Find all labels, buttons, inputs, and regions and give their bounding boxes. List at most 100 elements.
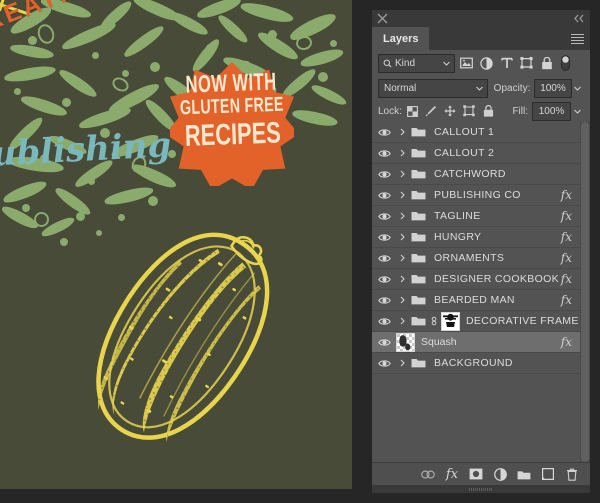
lock-all-padlock-icon[interactable] (480, 103, 497, 119)
group-disclosure-chevron-icon[interactable] (396, 248, 408, 268)
filter-toggle-switch[interactable] (560, 55, 570, 72)
group-disclosure-chevron-icon[interactable] (396, 206, 408, 226)
new-group-icon[interactable] (512, 463, 536, 485)
group-disclosure-chevron-icon[interactable] (396, 311, 408, 331)
layer-visibility-eye-icon[interactable] (372, 332, 396, 352)
tab-layers[interactable]: Layers (372, 27, 430, 50)
lock-transparent-pixels-icon[interactable] (404, 103, 421, 119)
layer-row[interactable]: CALLOUT 1 (372, 122, 590, 143)
artboard[interactable]: CREATIVE PEOPLE Publishing Co. NOW WITH … (0, 0, 352, 489)
layer-visibility-eye-icon[interactable] (372, 227, 396, 247)
lock-artboard-nesting-icon[interactable] (461, 103, 478, 119)
layer-visibility-eye-icon[interactable] (372, 143, 396, 163)
delete-layer-trash-icon[interactable] (560, 463, 584, 485)
layer-effects-fx-icon[interactable]: fx (561, 293, 572, 307)
badge-line-3: RECIPES (184, 114, 282, 152)
chain-link-glyph (431, 316, 437, 326)
layer-row[interactable]: CALLOUT 2 (372, 143, 590, 164)
folder-glyph (411, 296, 425, 305)
layer-row[interactable]: ORNAMENTS fx (372, 248, 590, 269)
chevron-right-icon (400, 275, 405, 283)
smart-object-filter-icon[interactable] (538, 55, 555, 72)
layer-visibility-eye-icon[interactable] (372, 248, 396, 268)
folder-icon (408, 185, 428, 205)
layer-row[interactable]: PUBLISHING CO fx (372, 185, 590, 206)
folder-glyph (411, 254, 425, 263)
ornament-dot (88, 178, 95, 185)
group-disclosure-chevron-icon[interactable] (396, 143, 408, 163)
group-disclosure-chevron-icon[interactable] (396, 185, 408, 205)
layer-mask-link-icon[interactable] (428, 311, 440, 331)
group-disclosure-chevron-icon[interactable] (396, 122, 408, 142)
layer-effects-fx-icon[interactable]: fx (561, 188, 572, 202)
layer-filter-row: Kind (372, 50, 590, 76)
panel-titlebar (372, 10, 590, 27)
layer-row[interactable]: TAGLINE fx (372, 206, 590, 227)
close-icon[interactable] (377, 13, 388, 24)
opacity-input[interactable]: 100% (534, 78, 572, 98)
ornament-pod (309, 81, 349, 109)
folder-glyph (411, 149, 425, 158)
layer-row[interactable]: BEARDED MAN fx (372, 290, 590, 311)
lock-image-pixels-brush-icon[interactable] (423, 103, 440, 119)
add-layer-style-fx-icon[interactable]: fx (440, 463, 464, 485)
group-disclosure-chevron-icon[interactable] (396, 164, 408, 184)
layer-name: HUNGRY (434, 231, 482, 243)
layer-row[interactable]: Squash fx (372, 332, 590, 353)
layer-effects-fx-icon[interactable]: fx (561, 251, 572, 265)
folder-icon (408, 143, 428, 163)
chevron-right-icon (400, 149, 405, 157)
layer-row[interactable]: DECORATIVE FRAME (372, 311, 590, 332)
layer-row[interactable]: HUNGRY fx (372, 227, 590, 248)
shape-layer-filter-icon[interactable] (518, 55, 535, 72)
layer-visibility-eye-icon[interactable] (372, 353, 396, 373)
group-disclosure-chevron-icon[interactable] (396, 353, 408, 373)
new-adjustment-layer-icon[interactable] (488, 463, 512, 485)
layer-thumbnail[interactable] (396, 332, 415, 352)
add-layer-mask-icon[interactable] (464, 463, 488, 485)
layer-effects-fx-icon[interactable]: fx (561, 209, 572, 223)
layer-visibility-eye-icon[interactable] (372, 122, 396, 142)
layer-effects-fx-icon[interactable]: fx (561, 335, 572, 349)
layer-visibility-eye-icon[interactable] (372, 164, 396, 184)
canvas-area[interactable]: CREATIVE PEOPLE Publishing Co. NOW WITH … (0, 0, 370, 503)
pixel-layer-filter-icon[interactable] (458, 55, 475, 72)
scrollbar-thumb[interactable] (581, 122, 589, 462)
folder-glyph (411, 275, 425, 284)
layer-list[interactable]: CALLOUT 1 CALLOUT 2 CATCHWORD PUBLISHING CO… (372, 122, 590, 462)
fill-input[interactable]: 100% (532, 101, 571, 121)
layer-row[interactable]: DESIGNER COOKBOOK fx (372, 269, 590, 290)
collapse-double-chevron-icon[interactable] (573, 13, 585, 24)
layer-visibility-eye-icon[interactable] (372, 269, 396, 289)
folder-glyph (411, 212, 425, 221)
blend-mode-select[interactable]: Normal (378, 78, 488, 98)
layer-visibility-eye-icon[interactable] (372, 185, 396, 205)
layer-row[interactable]: BACKGROUND (372, 353, 590, 374)
layer-visibility-eye-icon[interactable] (372, 206, 396, 226)
ornament-dot (268, 30, 277, 39)
layer-row[interactable]: CATCHWORD (372, 164, 590, 185)
link-layers-icon[interactable] (416, 463, 440, 485)
group-disclosure-chevron-icon[interactable] (396, 227, 408, 247)
folder-glyph (411, 317, 425, 326)
fill-stepper-chevron-icon[interactable] (571, 103, 584, 120)
vertical-scrollbar[interactable] (580, 122, 590, 462)
panel-menu-icon[interactable] (571, 34, 584, 44)
lock-position-move-icon[interactable] (442, 103, 459, 119)
layer-visibility-eye-icon[interactable] (372, 311, 396, 331)
chevron-right-icon (400, 296, 405, 304)
chevron-right-icon (400, 317, 405, 325)
adjustment-layer-filter-icon[interactable] (478, 55, 495, 72)
type-layer-filter-icon[interactable] (498, 55, 515, 72)
layer-mask-thumbnail[interactable] (441, 311, 460, 331)
new-layer-icon[interactable] (536, 463, 560, 485)
layer-effects-fx-icon[interactable]: fx (561, 230, 572, 244)
layer-effects-fx-icon[interactable]: fx (561, 272, 572, 286)
folder-glyph (411, 359, 425, 368)
group-disclosure-chevron-icon[interactable] (396, 290, 408, 310)
group-disclosure-chevron-icon[interactable] (396, 269, 408, 289)
layer-visibility-eye-icon[interactable] (372, 290, 396, 310)
opacity-stepper-chevron-icon[interactable] (572, 80, 584, 97)
filter-kind-select[interactable]: Kind (378, 53, 455, 73)
panel-resize-grip[interactable] (372, 485, 590, 493)
